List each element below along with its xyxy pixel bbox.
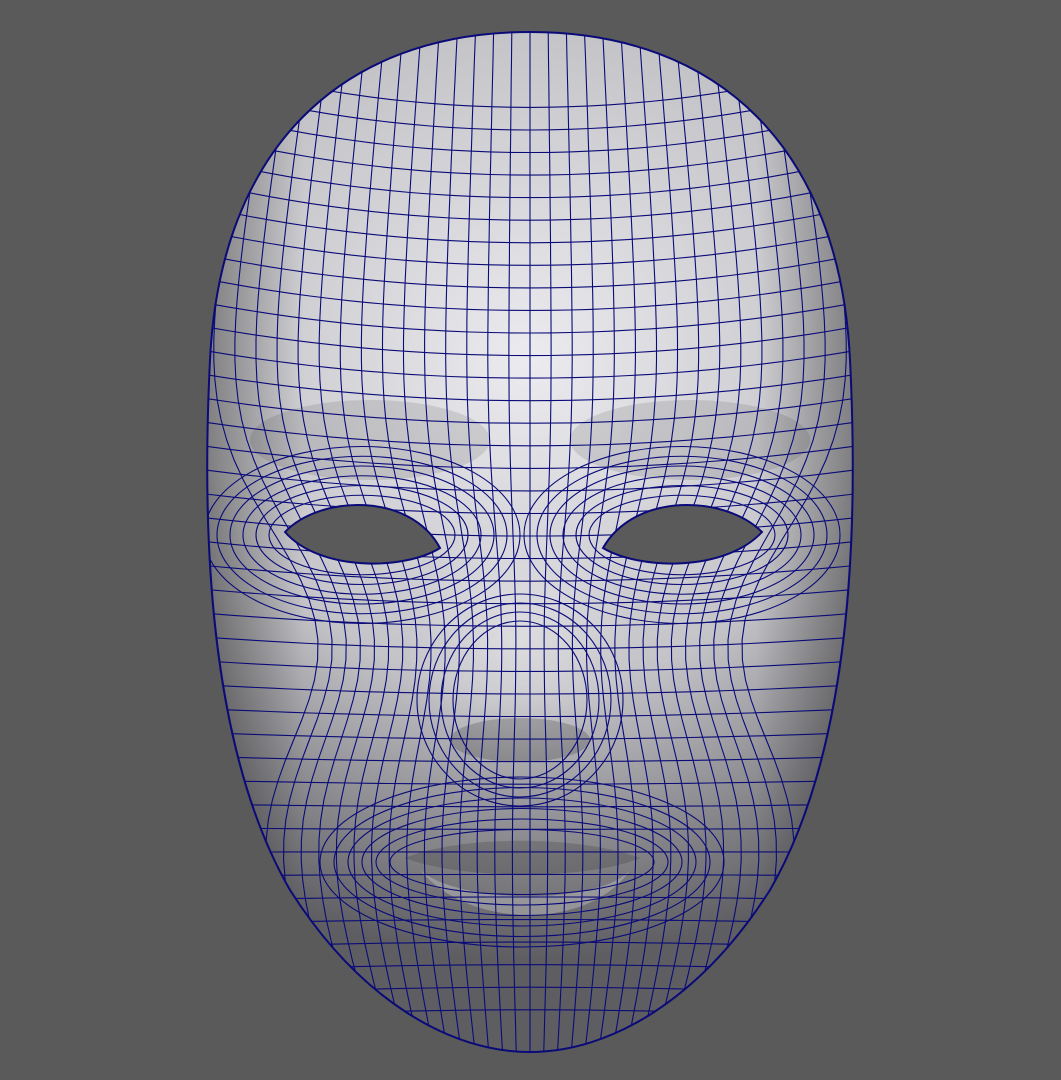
nose-underside-shadow	[450, 718, 590, 762]
3d-viewport[interactable]	[0, 0, 1061, 1080]
viewport-canvas[interactable]	[0, 0, 1061, 1080]
